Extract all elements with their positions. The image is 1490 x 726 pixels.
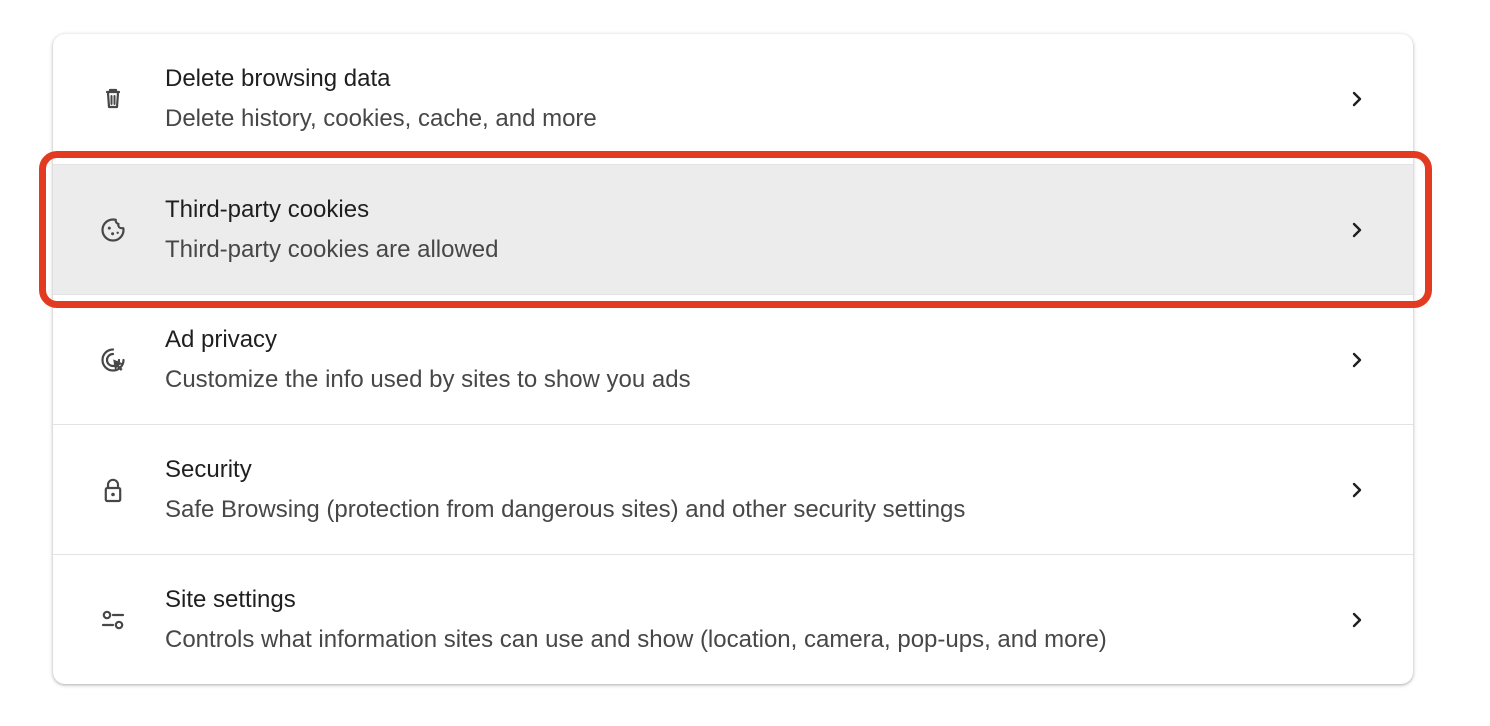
- security-text: Security Safe Browsing (protection from …: [165, 455, 1285, 525]
- row-title: Ad privacy: [165, 325, 278, 353]
- ad-privacy-text: Ad privacy Customize the info used by si…: [165, 325, 1285, 395]
- row-title: Third-party cookies: [165, 195, 370, 223]
- cookie-icon: [97, 214, 129, 246]
- row-subtitle: Third-party cookies are allowed: [165, 235, 499, 263]
- chevron-right-icon: [1345, 478, 1369, 502]
- row-title: Site settings: [165, 585, 296, 613]
- delete-browsing-data-text: Delete browsing data Delete history, coo…: [165, 64, 1285, 134]
- site-settings-row[interactable]: Site settings Controls what information …: [53, 554, 1413, 684]
- security-row[interactable]: Security Safe Browsing (protection from …: [53, 424, 1413, 554]
- lock-icon: [97, 474, 129, 506]
- settings-page: Delete browsing data Delete history, coo…: [0, 0, 1490, 726]
- privacy-settings-card: Delete browsing data Delete history, coo…: [53, 34, 1413, 684]
- chevron-right-icon: [1345, 348, 1369, 372]
- third-party-cookies-row[interactable]: Third-party cookies Third-party cookies …: [53, 164, 1413, 294]
- row-subtitle: Safe Browsing (protection from dangerous…: [165, 495, 966, 523]
- ad-privacy-row[interactable]: Ad privacy Customize the info used by si…: [53, 294, 1413, 424]
- chevron-right-icon: [1345, 218, 1369, 242]
- row-subtitle: Customize the info used by sites to show…: [165, 365, 691, 393]
- chevron-right-icon: [1345, 608, 1369, 632]
- ad-privacy-icon: [97, 344, 129, 376]
- row-title: Security: [165, 455, 252, 483]
- site-settings-text: Site settings Controls what information …: [165, 585, 1285, 655]
- chevron-right-icon: [1345, 87, 1369, 111]
- row-subtitle: Controls what information sites can use …: [165, 625, 1107, 653]
- row-subtitle: Delete history, cookies, cache, and more: [165, 105, 597, 132]
- trash-icon: [97, 83, 129, 115]
- row-title: Delete browsing data: [165, 65, 391, 92]
- site-settings-icon: [97, 604, 129, 636]
- delete-browsing-data-row[interactable]: Delete browsing data Delete history, coo…: [53, 34, 1413, 164]
- third-party-cookies-text: Third-party cookies Third-party cookies …: [165, 195, 1285, 265]
